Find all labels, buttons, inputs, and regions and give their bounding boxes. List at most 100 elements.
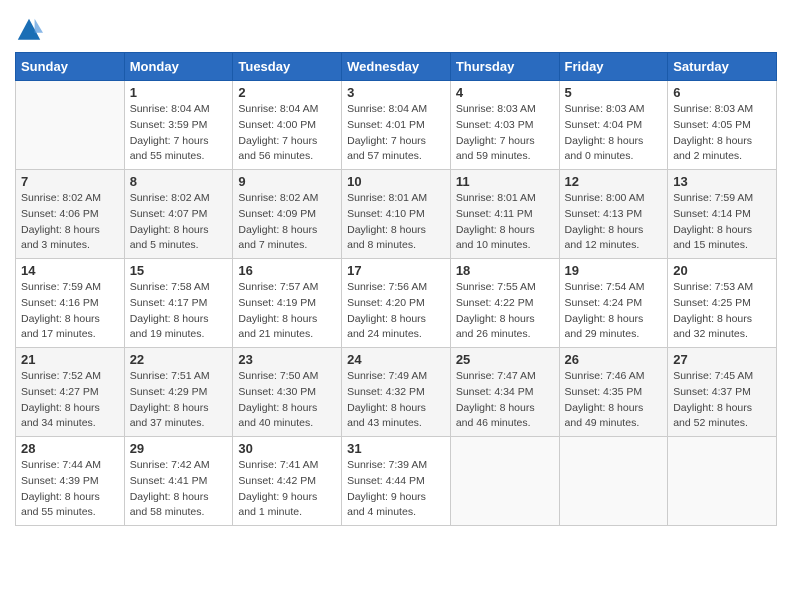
day-number: 16 (238, 263, 336, 278)
day-info: Sunrise: 7:59 AMSunset: 4:14 PMDaylight:… (673, 191, 771, 254)
day-info: Sunrise: 7:50 AMSunset: 4:30 PMDaylight:… (238, 369, 336, 432)
calendar-cell (559, 437, 668, 526)
day-info: Sunrise: 7:49 AMSunset: 4:32 PMDaylight:… (347, 369, 445, 432)
calendar-cell: 2Sunrise: 8:04 AMSunset: 4:00 PMDaylight… (233, 81, 342, 170)
header-saturday: Saturday (668, 53, 777, 81)
day-number: 21 (21, 352, 119, 367)
day-info: Sunrise: 7:57 AMSunset: 4:19 PMDaylight:… (238, 280, 336, 343)
calendar-cell: 22 Sunrise: 7:51 AMSunset: 4:29 PMDayligh… (124, 348, 233, 437)
day-info: Sunrise: 8:03 AMSunset: 4:05 PMDaylight:… (673, 102, 771, 165)
calendar-cell: 10 Sunrise: 8:01 AMSunset: 4:10 PMDayligh… (342, 170, 451, 259)
calendar-cell: 21 Sunrise: 7:52 AMSunset: 4:27 PMDayligh… (16, 348, 125, 437)
header (15, 10, 777, 44)
day-number: 12 (565, 174, 663, 189)
week-row-4: 28 Sunrise: 7:44 AMSunset: 4:39 PMDayligh… (16, 437, 777, 526)
day-info: Sunrise: 8:02 AMSunset: 4:06 PMDaylight:… (21, 191, 119, 254)
day-number: 29 (130, 441, 228, 456)
day-number: 1 (130, 85, 228, 100)
header-wednesday: Wednesday (342, 53, 451, 81)
day-number: 25 (456, 352, 554, 367)
calendar-cell: 15 Sunrise: 7:58 AMSunset: 4:17 PMDayligh… (124, 259, 233, 348)
calendar-cell: 18Sunrise: 7:55 AMSunset: 4:22 PMDayligh… (450, 259, 559, 348)
day-number: 10 (347, 174, 445, 189)
day-info: Sunrise: 8:01 AMSunset: 4:11 PMDaylight:… (456, 191, 554, 254)
calendar-cell: 1 Sunrise: 8:04 AMSunset: 3:59 PMDaylight… (124, 81, 233, 170)
day-number: 28 (21, 441, 119, 456)
day-info: Sunrise: 7:39 AMSunset: 4:44 PMDaylight:… (347, 458, 445, 521)
calendar-cell: 26 Sunrise: 7:46 AMSunset: 4:35 PMDayligh… (559, 348, 668, 437)
day-info: Sunrise: 8:01 AMSunset: 4:10 PMDaylight:… (347, 191, 445, 254)
calendar-cell: 31 Sunrise: 7:39 AMSunset: 4:44 PMDayligh… (342, 437, 451, 526)
calendar-cell: 4 Sunrise: 8:03 AMSunset: 4:03 PMDaylight… (450, 81, 559, 170)
day-number: 9 (238, 174, 336, 189)
day-info: Sunrise: 7:45 AMSunset: 4:37 PMDaylight:… (673, 369, 771, 432)
calendar-cell: 29 Sunrise: 7:42 AMSunset: 4:41 PMDayligh… (124, 437, 233, 526)
logo-icon (15, 16, 43, 44)
calendar-header-row: SundayMondayTuesdayWednesdayThursdayFrid… (16, 53, 777, 81)
day-info: Sunrise: 7:44 AMSunset: 4:39 PMDaylight:… (21, 458, 119, 521)
day-number: 27 (673, 352, 771, 367)
calendar-cell: 12 Sunrise: 8:00 AMSunset: 4:13 PMDayligh… (559, 170, 668, 259)
calendar-cell: 5 Sunrise: 8:03 AMSunset: 4:04 PMDaylight… (559, 81, 668, 170)
day-number: 23 (238, 352, 336, 367)
day-info: Sunrise: 7:46 AMSunset: 4:35 PMDaylight:… (565, 369, 663, 432)
calendar-cell: 9 Sunrise: 8:02 AMSunset: 4:09 PMDaylight… (233, 170, 342, 259)
day-info: Sunrise: 8:03 AMSunset: 4:03 PMDaylight:… (456, 102, 554, 165)
calendar-cell: 25Sunrise: 7:47 AMSunset: 4:34 PMDayligh… (450, 348, 559, 437)
day-info: Sunrise: 7:55 AMSunset: 4:22 PMDaylight:… (456, 280, 554, 343)
day-info: Sunrise: 8:04 AMSunset: 4:01 PMDaylight:… (347, 102, 445, 165)
day-number: 24 (347, 352, 445, 367)
day-number: 3 (347, 85, 445, 100)
day-number: 11 (456, 174, 554, 189)
day-number: 17 (347, 263, 445, 278)
calendar-cell: 23 Sunrise: 7:50 AMSunset: 4:30 PMDayligh… (233, 348, 342, 437)
calendar-cell: 27 Sunrise: 7:45 AMSunset: 4:37 PMDayligh… (668, 348, 777, 437)
day-number: 19 (565, 263, 663, 278)
calendar-cell: 19Sunrise: 7:54 AMSunset: 4:24 PMDayligh… (559, 259, 668, 348)
week-row-2: 14 Sunrise: 7:59 AMSunset: 4:16 PMDayligh… (16, 259, 777, 348)
calendar-cell: 14 Sunrise: 7:59 AMSunset: 4:16 PMDayligh… (16, 259, 125, 348)
day-info: Sunrise: 8:02 AMSunset: 4:07 PMDaylight:… (130, 191, 228, 254)
day-info: Sunrise: 7:58 AMSunset: 4:17 PMDaylight:… (130, 280, 228, 343)
calendar-cell (450, 437, 559, 526)
day-number: 22 (130, 352, 228, 367)
day-number: 30 (238, 441, 336, 456)
day-number: 5 (565, 85, 663, 100)
calendar-cell: 28 Sunrise: 7:44 AMSunset: 4:39 PMDayligh… (16, 437, 125, 526)
day-number: 14 (21, 263, 119, 278)
day-info: Sunrise: 8:03 AMSunset: 4:04 PMDaylight:… (565, 102, 663, 165)
day-number: 2 (238, 85, 336, 100)
header-thursday: Thursday (450, 53, 559, 81)
day-info: Sunrise: 7:52 AMSunset: 4:27 PMDaylight:… (21, 369, 119, 432)
day-number: 7 (21, 174, 119, 189)
header-sunday: Sunday (16, 53, 125, 81)
calendar-cell: 3 Sunrise: 8:04 AMSunset: 4:01 PMDaylight… (342, 81, 451, 170)
day-number: 31 (347, 441, 445, 456)
day-number: 26 (565, 352, 663, 367)
logo (15, 16, 47, 44)
day-info: Sunrise: 8:04 AMSunset: 3:59 PMDaylight:… (130, 102, 228, 165)
day-info: Sunrise: 8:00 AMSunset: 4:13 PMDaylight:… (565, 191, 663, 254)
day-number: 13 (673, 174, 771, 189)
day-info: Sunrise: 8:02 AMSunset: 4:09 PMDaylight:… (238, 191, 336, 254)
header-monday: Monday (124, 53, 233, 81)
day-number: 15 (130, 263, 228, 278)
calendar-cell: 6Sunrise: 8:03 AMSunset: 4:05 PMDaylight… (668, 81, 777, 170)
calendar-table: SundayMondayTuesdayWednesdayThursdayFrid… (15, 52, 777, 526)
calendar-cell: 8 Sunrise: 8:02 AMSunset: 4:07 PMDaylight… (124, 170, 233, 259)
calendar-cell: 7 Sunrise: 8:02 AMSunset: 4:06 PMDaylight… (16, 170, 125, 259)
calendar-cell: 17Sunrise: 7:56 AMSunset: 4:20 PMDayligh… (342, 259, 451, 348)
day-info: Sunrise: 7:51 AMSunset: 4:29 PMDaylight:… (130, 369, 228, 432)
calendar-cell: 16 Sunrise: 7:57 AMSunset: 4:19 PMDayligh… (233, 259, 342, 348)
calendar-cell (16, 81, 125, 170)
header-tuesday: Tuesday (233, 53, 342, 81)
day-number: 8 (130, 174, 228, 189)
calendar-cell: 30 Sunrise: 7:41 AMSunset: 4:42 PMDayligh… (233, 437, 342, 526)
day-info: Sunrise: 7:42 AMSunset: 4:41 PMDaylight:… (130, 458, 228, 521)
day-info: Sunrise: 7:59 AMSunset: 4:16 PMDaylight:… (21, 280, 119, 343)
calendar-cell: 20Sunrise: 7:53 AMSunset: 4:25 PMDayligh… (668, 259, 777, 348)
day-info: Sunrise: 7:41 AMSunset: 4:42 PMDaylight:… (238, 458, 336, 521)
day-number: 4 (456, 85, 554, 100)
calendar-cell: 24 Sunrise: 7:49 AMSunset: 4:32 PMDayligh… (342, 348, 451, 437)
calendar-cell: 11 Sunrise: 8:01 AMSunset: 4:11 PMDayligh… (450, 170, 559, 259)
